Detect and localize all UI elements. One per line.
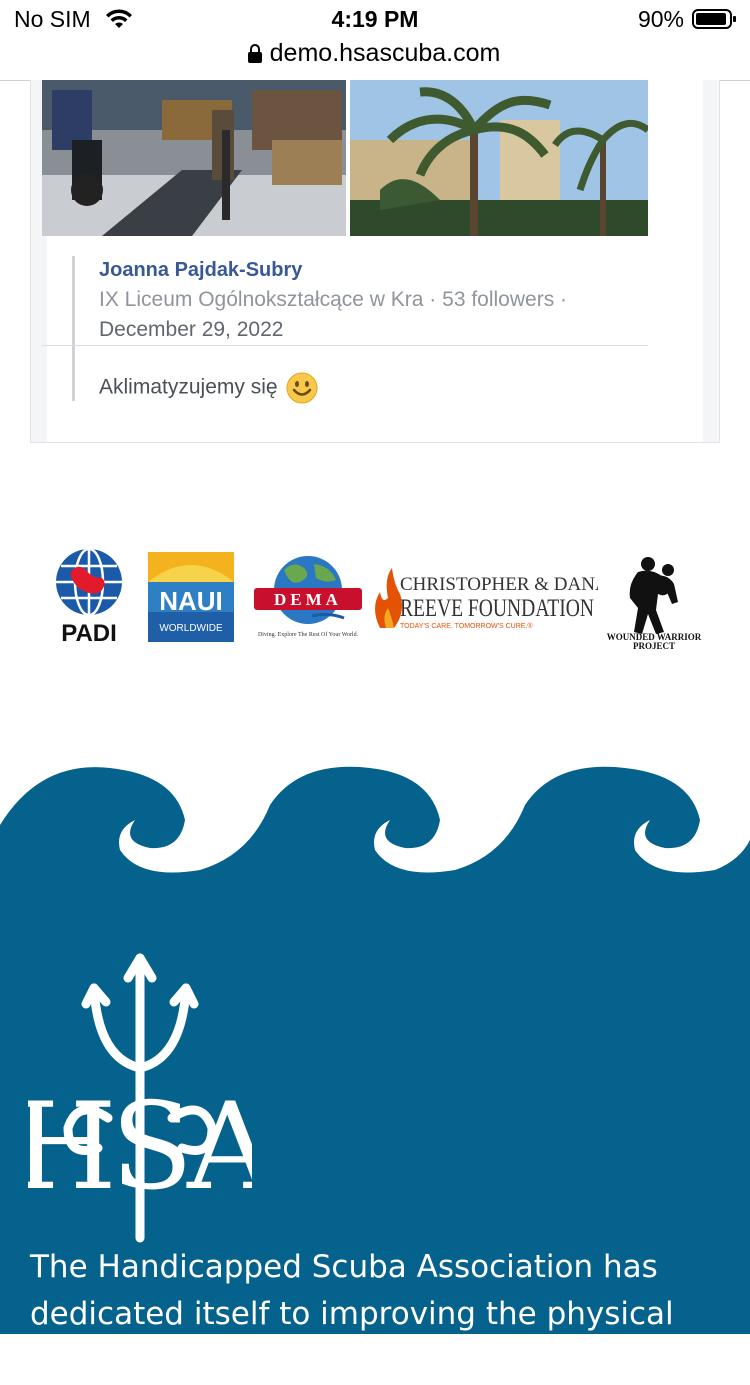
padi-logo[interactable]: PADI xyxy=(52,548,126,644)
post-photo-divers[interactable] xyxy=(42,80,346,236)
post-message-text: Aklimatyzujemy się xyxy=(99,375,278,399)
battery-percent: 90% xyxy=(637,6,684,32)
reeve-tagline: TODAY'S CARE. TOMORROW'S CURE.® xyxy=(400,622,533,630)
facebook-post: Joanna Pajdak-Subry IX Liceum Ogólnokszt… xyxy=(72,256,681,404)
dema-logo[interactable]: DEMA Diving. Explore The Rest Of Your Wo… xyxy=(252,550,364,642)
naui-text: NAUI xyxy=(159,586,223,616)
wwp-line2: PROJECT xyxy=(633,641,675,650)
padi-text: PADI xyxy=(61,620,117,644)
post-meta: IX Liceum Ogólnokształcące w Kra · 53 fo… xyxy=(99,288,568,311)
wounded-warrior-logo[interactable]: WOUNDED WARRIOR PROJECT xyxy=(600,554,708,650)
post-date[interactable]: December 29, 2022 xyxy=(99,318,283,342)
post-photo-palms[interactable] xyxy=(350,80,648,236)
reeve-line2: REEVE FOUNDATION xyxy=(400,595,594,622)
dema-text: DEMA xyxy=(274,590,342,609)
naui-worldwide-text: WORLDWIDE xyxy=(159,623,223,634)
naui-logo[interactable]: NAUI WORLDWIDE xyxy=(148,552,234,642)
hsa-trident-logo[interactable]: HSA xyxy=(28,948,252,1244)
address-bar[interactable]: demo.hsascuba.com xyxy=(0,36,750,81)
partner-logos: PADI NAUI WORLDWIDE DEMA Diving. Explore… xyxy=(40,540,720,660)
wave-decoration xyxy=(0,766,750,900)
url-text[interactable]: demo.hsascuba.com xyxy=(0,39,750,68)
post-author-link[interactable]: Joanna Pajdak-Subry xyxy=(99,259,302,282)
reeve-foundation-logo[interactable]: CHRISTOPHER & DANA REEVE FOUNDATION TODA… xyxy=(370,568,598,632)
battery-icon xyxy=(692,9,736,29)
status-bar: No SIM 4:19 PM 90% xyxy=(0,0,750,40)
smiley-emoji-icon xyxy=(286,372,318,404)
dema-tagline: Diving. Explore The Rest Of Your World. xyxy=(258,631,359,638)
hsa-logo-letters: HSA xyxy=(28,1078,252,1217)
reeve-line1: CHRISTOPHER & DANA xyxy=(400,574,598,595)
post-message: Aklimatyzujemy się xyxy=(99,372,318,404)
card-divider xyxy=(42,345,648,346)
footer-description: The Handicapped Scuba Association has de… xyxy=(30,1249,674,1379)
